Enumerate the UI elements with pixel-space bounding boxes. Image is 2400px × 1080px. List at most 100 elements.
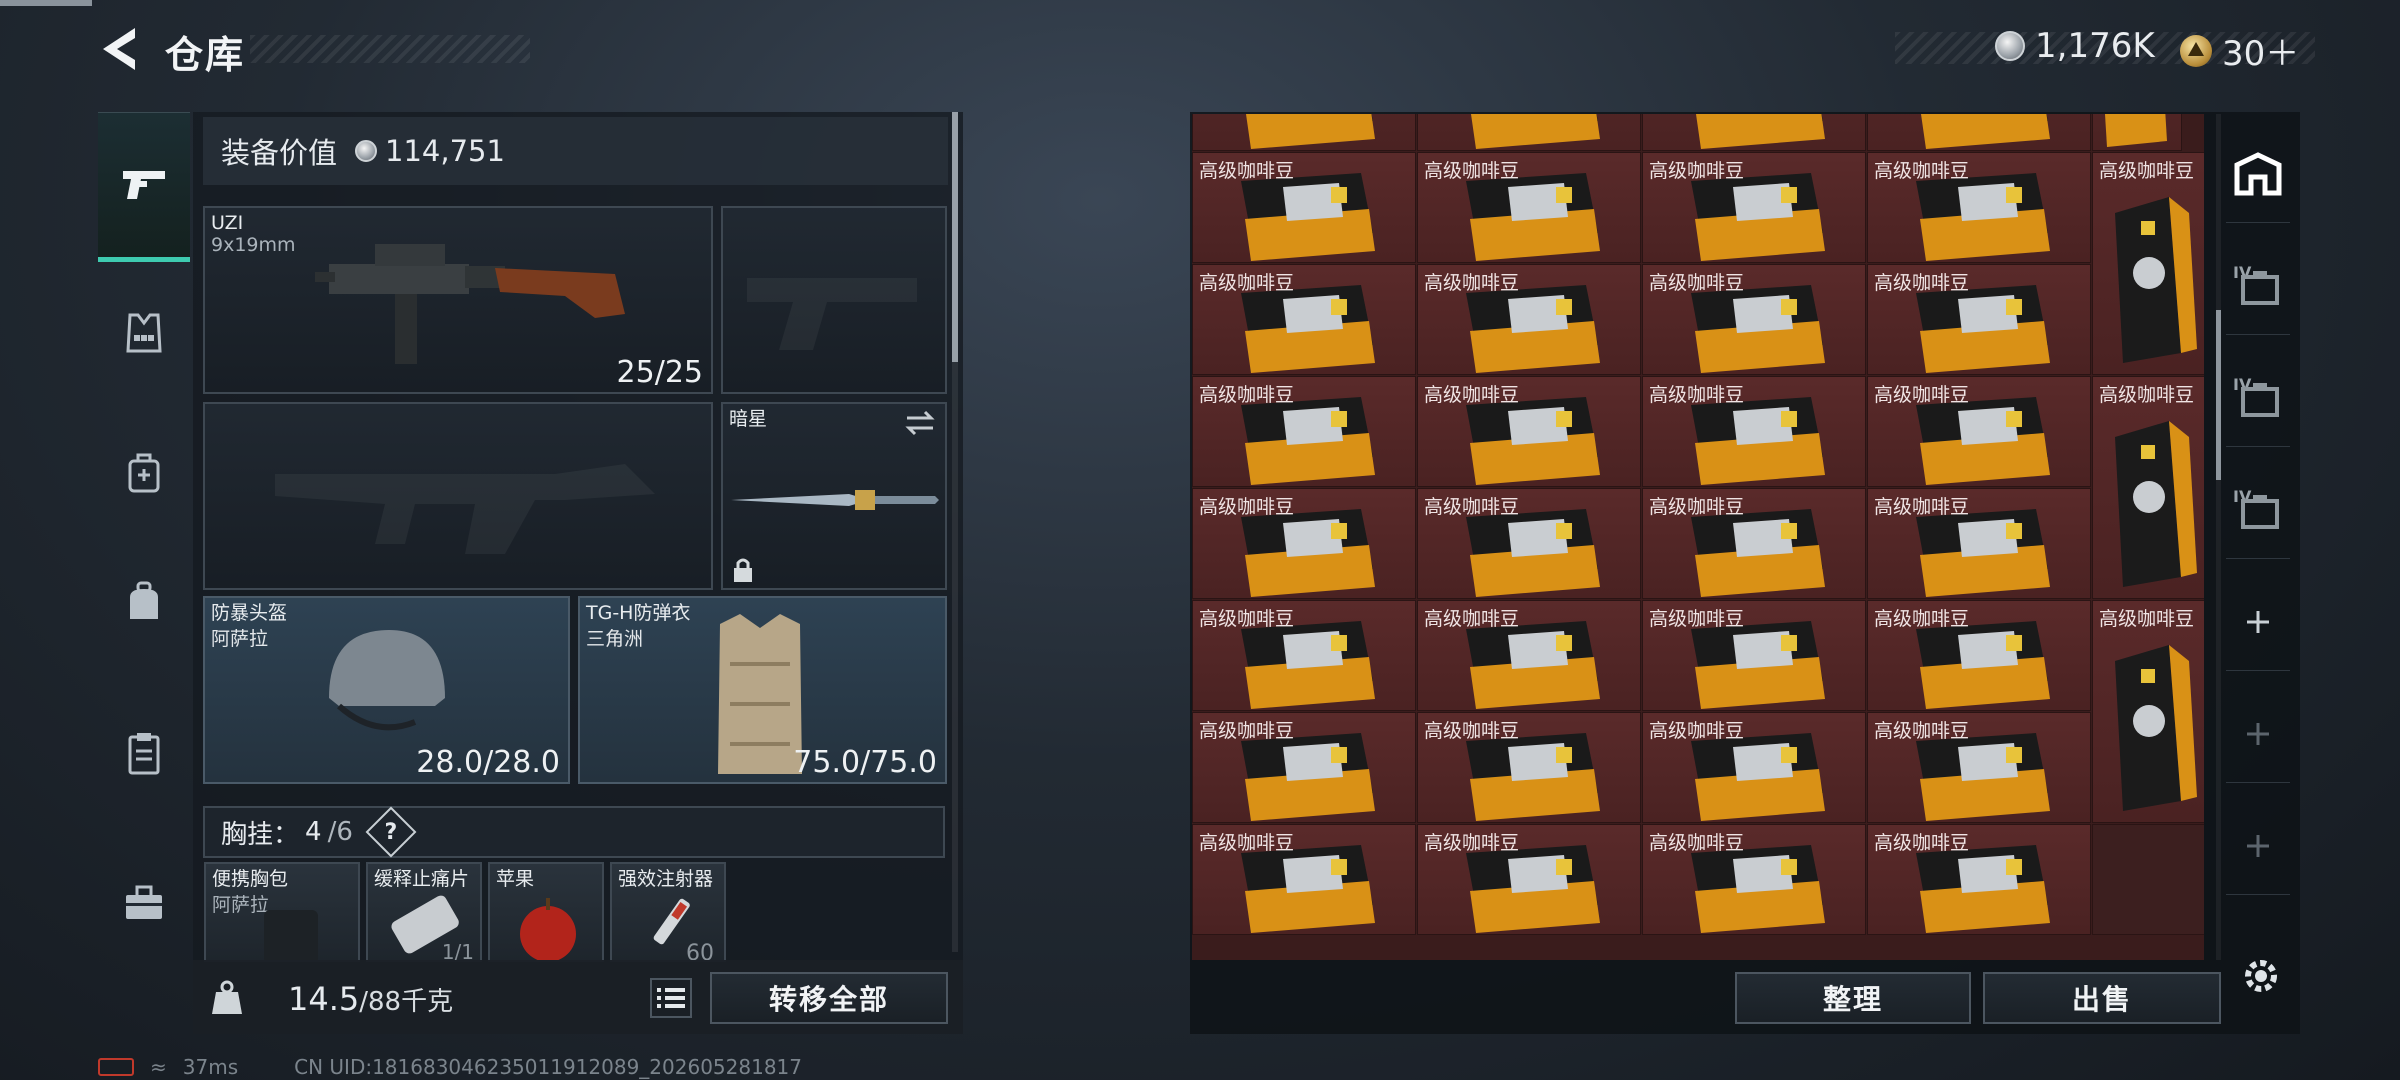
chest-item-name: 强效注射器 <box>618 868 714 890</box>
stash-item-label: 高级咖啡豆 <box>1424 160 1520 182</box>
side-tab-5[interactable] <box>2226 573 2290 671</box>
stash-item-coffee-beans[interactable]: 高级咖啡豆 <box>1867 488 2091 599</box>
add-icon <box>2247 834 2269 857</box>
stash-item-coffee-beans-large[interactable]: 高级咖啡豆 <box>2092 152 2204 375</box>
stash-item-coffee-beans[interactable]: 高级咖啡豆 <box>1867 152 2091 263</box>
weight-display: 14.5/88千克 <box>288 980 453 1018</box>
armor-name: TG-H防弹衣 <box>586 602 691 624</box>
melee-slot[interactable]: 暗星 <box>721 402 947 590</box>
back-arrow-icon <box>103 28 135 70</box>
stash-item-label: 高级咖啡豆 <box>1874 720 1970 742</box>
stash-item-coffee-beans[interactable]: 高级咖啡豆 <box>1867 376 2091 487</box>
stash-item-coffee-beans-large[interactable]: 高级咖啡豆 <box>2092 376 2204 599</box>
stash-item-coffee-beans[interactable]: 高级咖啡豆 <box>1642 488 1866 599</box>
nav-weapons[interactable] <box>98 112 190 262</box>
stash-item-coffee-beans[interactable] <box>1867 114 2091 151</box>
gold-amount: 30＋ <box>2222 34 2300 74</box>
secondary-weapon-slot[interactable] <box>203 402 713 590</box>
knife-icon <box>731 490 939 510</box>
helmet-slot[interactable]: 防暴头盔 阿萨拉 28.0/28.0 <box>203 596 570 784</box>
page-title: 仓库 <box>165 33 246 77</box>
header-decoration <box>250 35 530 63</box>
stash-item-coffee-beans[interactable]: 高级咖啡豆 <box>1642 712 1866 823</box>
stash-empty-slot[interactable] <box>2092 824 2204 935</box>
add-icon <box>2247 722 2269 745</box>
nav-backpack[interactable] <box>98 428 190 518</box>
uid-text: CN UID:1816830462350119120​89_2026052818… <box>294 1055 802 1079</box>
stash-item-coffee-beans[interactable]: 高级咖啡豆 <box>1192 488 1416 599</box>
nav-clipboard[interactable] <box>98 708 190 798</box>
primary-weapon-slot[interactable]: UZI 9x19mm 25/25 <box>203 206 713 394</box>
ping-value: 37ms <box>182 1055 239 1079</box>
stash-item-coffee-beans[interactable]: 高级咖啡豆 <box>1642 824 1866 935</box>
stash-item-coffee-beans[interactable]: 高级咖啡豆 <box>1192 824 1416 935</box>
equipment-scroll-thumb[interactable] <box>952 112 958 362</box>
transfer-all-button[interactable]: 转移全部 <box>710 972 948 1024</box>
body-armor-slot[interactable]: TG-H防弹衣 三角洲 75.0/75.0 <box>578 596 947 784</box>
stash-item-label: 高级咖啡豆 <box>1649 384 1745 406</box>
stash-item-coffee-beans[interactable] <box>1192 114 1416 151</box>
settings-button[interactable] <box>2240 955 2282 1001</box>
coffee-bag-icon <box>1696 114 1825 149</box>
stash-item-label: 高级咖啡豆 <box>1649 832 1745 854</box>
stash-item-coffee-beans[interactable]: 高级咖啡豆 <box>1417 264 1641 375</box>
silver-currency: 1,176K <box>1995 26 2155 66</box>
list-view-button[interactable] <box>650 978 692 1018</box>
stash-item-coffee-beans[interactable]: 高级咖啡豆 <box>1192 600 1416 711</box>
stash-item-coffee-beans[interactable]: 高级咖啡豆 <box>1417 712 1641 823</box>
stash-item-coffee-beans[interactable]: 高级咖啡豆 <box>1867 824 2091 935</box>
weight-max: /88千克 <box>359 987 454 1017</box>
back-button[interactable] <box>95 22 145 76</box>
helmet-source: 阿萨拉 <box>211 628 269 650</box>
stash-item-coffee-beans[interactable]: 高级咖啡豆 <box>1642 264 1866 375</box>
stash-item-coffee-beans[interactable]: 高级咖啡豆 <box>1417 600 1641 711</box>
stash-item-coffee-beans[interactable] <box>1417 114 1641 151</box>
gold-currency[interactable]: 30＋ <box>2180 26 2299 75</box>
swap-icon[interactable] <box>903 410 937 436</box>
stash-item-coffee-beans[interactable]: 高级咖啡豆 <box>1867 712 2091 823</box>
pistol-icon <box>123 171 165 199</box>
stash-item-label: 高级咖啡豆 <box>1199 272 1295 294</box>
stash-item-coffee-beans[interactable]: 高级咖啡豆 <box>1417 152 1641 263</box>
stash-item-coffee-beans[interactable]: 高级咖啡豆 <box>1642 152 1866 263</box>
nav-bag[interactable] <box>98 558 190 648</box>
stash-scroll-thumb[interactable] <box>2216 310 2221 480</box>
side-tab-3[interactable]: IV <box>2226 349 2290 447</box>
sidearm-slot[interactable] <box>721 206 947 394</box>
stash-item-coffee-beans[interactable] <box>1642 114 1866 151</box>
stash-item-coffee-beans[interactable]: 高级咖啡豆 <box>1642 600 1866 711</box>
chest-item-name: 便携胸包 <box>212 868 289 890</box>
stash-item-coffee-beans[interactable]: 高级咖啡豆 <box>1192 376 1416 487</box>
nav-toolbox[interactable] <box>98 858 190 948</box>
organize-button[interactable]: 整理 <box>1735 972 1971 1024</box>
help-icon[interactable]: ? <box>365 806 417 858</box>
stash-item-coffee-beans[interactable]: 高级咖啡豆 <box>1867 264 2091 375</box>
nav-armor[interactable] <box>98 288 190 378</box>
coffee-bag-icon <box>1921 114 2050 149</box>
stash-item-coffee-beans[interactable]: 高级咖啡豆 <box>1867 600 2091 711</box>
sell-button[interactable]: 出售 <box>1983 972 2221 1024</box>
stash-item-label: 高级咖啡豆 <box>1649 160 1745 182</box>
stash-scrollbar[interactable] <box>2216 114 2221 960</box>
stash-item-label: 高级咖啡豆 <box>1874 384 1970 406</box>
stash-item-coffee-beans[interactable]: 高级咖啡豆 <box>1192 152 1416 263</box>
chest-item-slot[interactable]: 缓释止痛片 1/1 <box>366 862 482 962</box>
side-tab-4[interactable]: IV <box>2226 461 2290 559</box>
stash-item-coffee-beans[interactable]: 高级咖啡豆 <box>1417 824 1641 935</box>
stash-item-coffee-beans[interactable] <box>2092 114 2182 151</box>
chest-rig-label: 胸挂： <box>221 819 300 850</box>
stash-item-coffee-beans[interactable]: 高级咖啡豆 <box>1192 712 1416 823</box>
side-tab-6[interactable] <box>2226 685 2290 783</box>
side-tab-1[interactable] <box>2226 125 2290 223</box>
chest-item-slot[interactable]: 便携胸包 阿萨拉 <box>204 862 360 962</box>
chest-item-slot[interactable]: 强效注射器 60 <box>610 862 726 962</box>
side-tab-7[interactable] <box>2226 797 2290 895</box>
stash-item-label: 高级咖啡豆 <box>2099 384 2195 406</box>
stash-item-coffee-beans[interactable]: 高级咖啡豆 <box>1417 376 1641 487</box>
side-tab-2[interactable]: IV <box>2226 237 2290 335</box>
stash-item-coffee-beans[interactable]: 高级咖啡豆 <box>1417 488 1641 599</box>
stash-item-coffee-beans[interactable]: 高级咖啡豆 <box>1192 264 1416 375</box>
chest-item-slot[interactable]: 苹果 <box>488 862 604 962</box>
stash-item-coffee-beans[interactable]: 高级咖啡豆 <box>1642 376 1866 487</box>
stash-item-coffee-beans-large[interactable]: 高级咖啡豆 <box>2092 600 2204 823</box>
